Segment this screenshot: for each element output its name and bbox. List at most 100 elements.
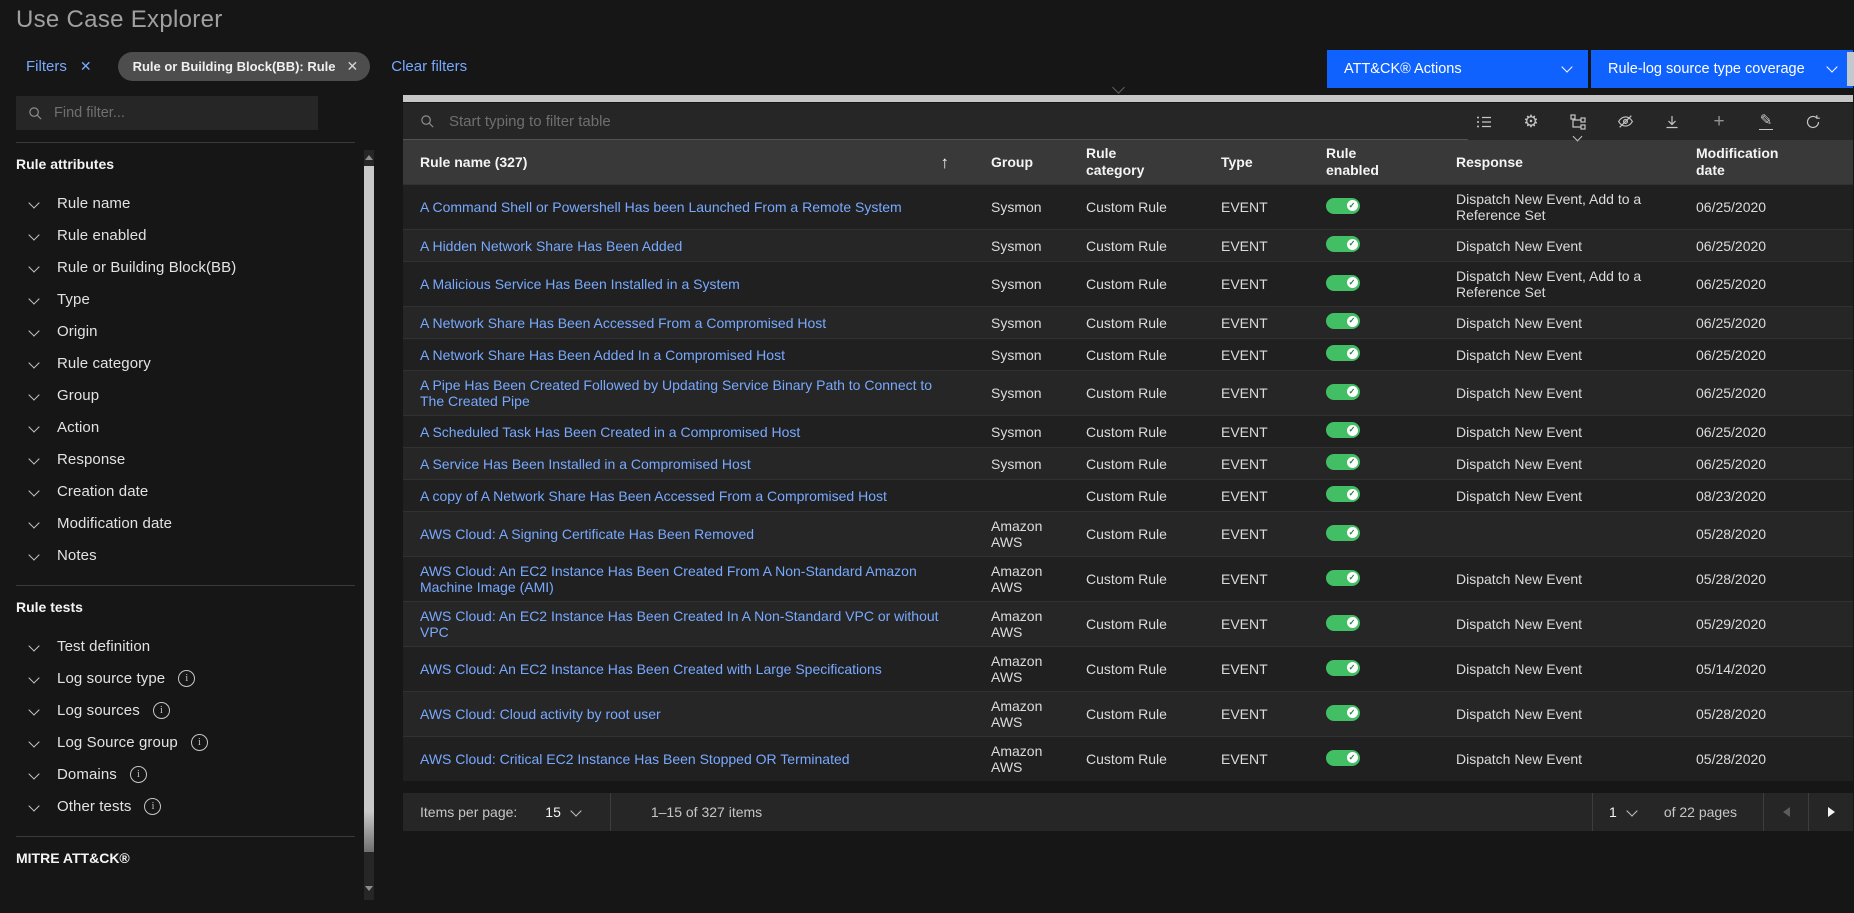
rule-name-link[interactable]: AWS Cloud: An EC2 Instance Has Been Crea…: [420, 608, 939, 640]
sidebar-filter-item[interactable]: Modification date: [16, 507, 355, 539]
edit-icon[interactable]: ✎: [1750, 106, 1782, 138]
find-filter-input[interactable]: Find filter...: [16, 96, 318, 130]
sidebar-filter-item[interactable]: Type: [16, 283, 355, 315]
rule-enabled-toggle[interactable]: ✓: [1326, 750, 1360, 766]
sidebar-scrollbar-thumb[interactable]: [364, 166, 374, 852]
sidebar-filter-item[interactable]: Rule enabled: [16, 219, 355, 251]
cell-response: Dispatch New Event: [1440, 745, 1680, 773]
attack-actions-dropdown[interactable]: ATT&CK® Actions: [1327, 50, 1588, 88]
sidebar-filter-item[interactable]: Log sourcesi: [16, 694, 355, 726]
filter-tag-label: Rule or Building Block(BB): Rule: [133, 59, 336, 74]
cell-group: Sysmon: [975, 232, 1070, 260]
chevron-down-icon[interactable]: [570, 805, 581, 816]
sidebar-filter-item[interactable]: Domainsi: [16, 758, 355, 790]
info-icon[interactable]: i: [144, 798, 161, 815]
table-row: AWS Cloud: Critical EC2 Instance Has Bee…: [403, 736, 1853, 781]
sidebar-filter-item[interactable]: Rule or Building Block(BB): [16, 251, 355, 283]
rule-enabled-toggle[interactable]: ✓: [1326, 275, 1360, 291]
page-number-select[interactable]: 1: [1593, 793, 1652, 831]
settings-gear-icon[interactable]: ⚙: [1515, 106, 1547, 138]
rule-enabled-toggle[interactable]: ✓: [1326, 454, 1360, 470]
rule-enabled-toggle[interactable]: ✓: [1326, 345, 1360, 361]
column-header-group[interactable]: Group: [975, 154, 1070, 171]
filters-toggle[interactable]: Filters ✕: [26, 58, 92, 75]
cell-response: Dispatch New Event: [1440, 341, 1680, 369]
sidebar-filter-item[interactable]: Log Source groupi: [16, 726, 355, 758]
panel-chevron-down-icon[interactable]: [1112, 81, 1125, 94]
sidebar-scrollbar[interactable]: [364, 150, 374, 900]
rule-name-link[interactable]: AWS Cloud: Critical EC2 Instance Has Bee…: [420, 751, 850, 767]
reset-icon[interactable]: [1797, 106, 1829, 138]
list-icon[interactable]: [1468, 106, 1500, 138]
search-icon: [420, 114, 435, 129]
coverage-dropdown[interactable]: Rule-log source type coverage: [1591, 50, 1853, 88]
rule-name-link[interactable]: AWS Cloud: A Signing Certificate Has Bee…: [420, 526, 754, 542]
column-header-response[interactable]: Response: [1440, 154, 1680, 171]
clear-filters-link[interactable]: Clear filters: [391, 58, 467, 75]
column-header-modification-date[interactable]: Modification date: [1680, 145, 1853, 179]
sidebar-filter-item[interactable]: Rule category: [16, 347, 355, 379]
page-scrollbar[interactable]: [1847, 52, 1854, 86]
rule-enabled-toggle[interactable]: ✓: [1326, 384, 1360, 400]
scrollbar-down-arrow-icon[interactable]: [365, 886, 373, 891]
rule-name-link[interactable]: A Malicious Service Has Been Installed i…: [420, 276, 740, 292]
rule-name-link[interactable]: A Network Share Has Been Added In a Comp…: [420, 347, 785, 363]
rule-enabled-toggle[interactable]: ✓: [1326, 525, 1360, 541]
total-pages-label: of 22 pages: [1664, 804, 1737, 820]
column-header-rule-enabled[interactable]: Rule enabled: [1310, 145, 1440, 179]
rule-name-link[interactable]: A Hidden Network Share Has Been Added: [420, 238, 682, 254]
rule-enabled-toggle[interactable]: ✓: [1326, 570, 1360, 586]
rule-name-link[interactable]: A Service Has Been Installed in a Compro…: [420, 456, 751, 472]
sidebar-filter-item[interactable]: Log source typei: [16, 662, 355, 694]
rule-name-link[interactable]: AWS Cloud: An EC2 Instance Has Been Crea…: [420, 563, 917, 595]
rule-name-link[interactable]: AWS Cloud: An EC2 Instance Has Been Crea…: [420, 661, 882, 677]
horizontal-scrollbar[interactable]: [403, 95, 1853, 102]
table-filter-input[interactable]: Start typing to filter table: [403, 103, 1468, 140]
data-flow-dropdown-icon[interactable]: [1562, 106, 1594, 138]
sidebar-filter-item[interactable]: Action: [16, 411, 355, 443]
close-icon[interactable]: ✕: [80, 58, 92, 75]
info-icon[interactable]: i: [191, 734, 208, 751]
info-icon[interactable]: i: [153, 702, 170, 719]
rule-name-link[interactable]: A Network Share Has Been Accessed From a…: [420, 315, 826, 331]
info-icon[interactable]: i: [178, 670, 195, 687]
sidebar-filter-item[interactable]: Other testsi: [16, 790, 355, 822]
sidebar-filter-item[interactable]: Test definition: [16, 630, 355, 662]
scrollbar-up-arrow-icon[interactable]: [365, 155, 373, 160]
info-icon[interactable]: i: [130, 766, 147, 783]
previous-page-button[interactable]: [1764, 793, 1808, 831]
sidebar-filter-item[interactable]: Response: [16, 443, 355, 475]
add-icon[interactable]: +: [1703, 106, 1735, 138]
toggle-check-icon: ✓: [1347, 527, 1358, 538]
rule-enabled-toggle[interactable]: ✓: [1326, 313, 1360, 329]
rule-enabled-toggle[interactable]: ✓: [1326, 660, 1360, 676]
next-page-button[interactable]: [1809, 793, 1853, 831]
rule-enabled-toggle[interactable]: ✓: [1326, 198, 1360, 214]
download-icon[interactable]: [1656, 106, 1688, 138]
rule-name-link[interactable]: A Command Shell or Powershell Has been L…: [420, 199, 902, 215]
cell-response: Dispatch New Event: [1440, 655, 1680, 683]
sidebar-filter-item[interactable]: Rule name: [16, 187, 355, 219]
rule-name-link[interactable]: A Scheduled Task Has Been Created in a C…: [420, 424, 800, 440]
rule-enabled-toggle[interactable]: ✓: [1326, 486, 1360, 502]
sort-ascending-icon[interactable]: ↑: [941, 154, 950, 171]
sidebar-filter-item[interactable]: Group: [16, 379, 355, 411]
page-size-value[interactable]: 15: [545, 804, 561, 820]
rule-name-link[interactable]: AWS Cloud: Cloud activity by root user: [420, 706, 661, 722]
rule-enabled-toggle[interactable]: ✓: [1326, 615, 1360, 631]
rule-name-link[interactable]: A Pipe Has Been Created Followed by Upda…: [420, 377, 932, 409]
sidebar-filter-item[interactable]: Notes: [16, 539, 355, 571]
column-header-rule-category[interactable]: Rule category: [1070, 145, 1205, 179]
view-off-icon[interactable]: [1609, 106, 1641, 138]
rule-name-link[interactable]: A copy of A Network Share Has Been Acces…: [420, 488, 887, 504]
sidebar-filter-item[interactable]: Creation date: [16, 475, 355, 507]
filter-tag-close-icon[interactable]: ✕: [347, 58, 359, 75]
column-header-rule-name[interactable]: Rule name (327)↑: [403, 154, 975, 171]
rule-enabled-toggle[interactable]: ✓: [1326, 422, 1360, 438]
rule-enabled-toggle[interactable]: ✓: [1326, 236, 1360, 252]
sidebar-filter-item[interactable]: Origin: [16, 315, 355, 347]
filter-tag[interactable]: Rule or Building Block(BB): Rule ✕: [118, 52, 371, 81]
cell-response: Dispatch New Event: [1440, 418, 1680, 446]
column-header-type[interactable]: Type: [1205, 154, 1310, 171]
rule-enabled-toggle[interactable]: ✓: [1326, 705, 1360, 721]
